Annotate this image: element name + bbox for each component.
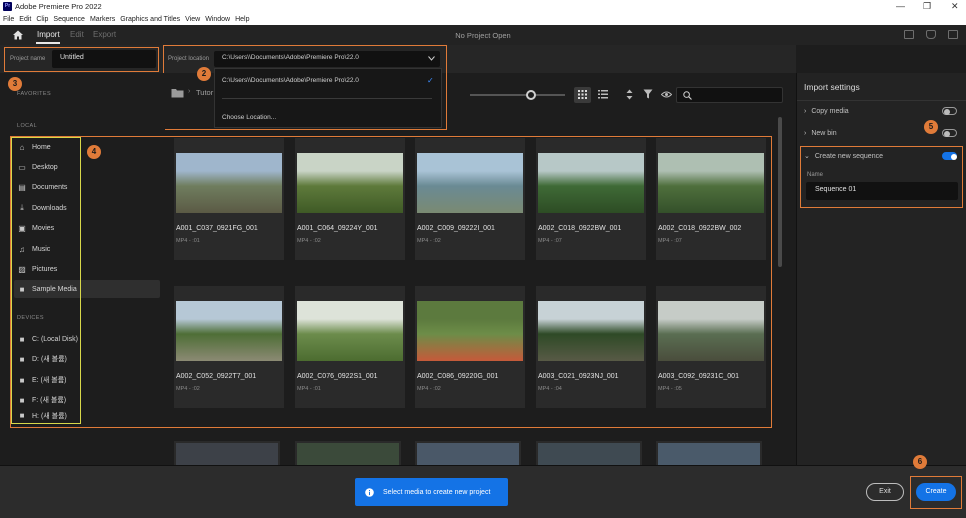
- favorites-heading: FAVORITES: [17, 91, 52, 97]
- search-input[interactable]: [676, 87, 783, 103]
- clip-card-partial[interactable]: [415, 441, 521, 465]
- copy-media-label: Copy media: [811, 107, 849, 115]
- folder-icon[interactable]: [171, 88, 184, 98]
- divider: [797, 100, 966, 101]
- breadcrumb-separator-icon: ›: [188, 88, 191, 95]
- chevron-right-icon: ›: [804, 129, 807, 137]
- new-bin-label: New bin: [811, 129, 837, 137]
- media-scrollbar[interactable]: [777, 117, 783, 462]
- menu-clip[interactable]: Clip: [36, 16, 48, 23]
- list-view-icon[interactable]: [598, 90, 608, 99]
- menu-markers[interactable]: Markers: [90, 16, 115, 23]
- active-tab-indicator: [36, 42, 60, 44]
- menu-window[interactable]: Window: [205, 16, 230, 23]
- exit-button[interactable]: Exit: [866, 483, 904, 501]
- sort-icon[interactable]: [626, 89, 633, 100]
- filter-icon[interactable]: [643, 89, 653, 99]
- info-toast: Select media to create new project: [355, 478, 508, 506]
- quick-export-icon[interactable]: [904, 30, 914, 39]
- callout-5: 5: [924, 120, 938, 134]
- breadcrumb[interactable]: Tutor: [196, 88, 213, 97]
- scrollbar-thumb[interactable]: [778, 117, 782, 267]
- window-title: Adobe Premiere Pro 2022: [15, 2, 102, 11]
- close-button[interactable]: ✕: [951, 1, 959, 12]
- menu-view[interactable]: View: [185, 16, 200, 23]
- search-icon: [683, 91, 692, 100]
- local-heading: LOCAL: [17, 123, 38, 129]
- thumbnail-size-slider-handle[interactable]: [526, 90, 536, 100]
- callout-6: 6: [913, 455, 927, 469]
- menu-file[interactable]: File: [3, 16, 14, 23]
- thumbnail-size-slider-track[interactable]: [470, 94, 565, 96]
- highlight-project-name: [4, 47, 159, 72]
- new-bin-toggle[interactable]: [942, 129, 957, 137]
- workspace-header: Import Edit Export No Project Open: [0, 25, 966, 45]
- premiere-app-icon: Pr: [3, 2, 12, 11]
- info-icon: [365, 487, 374, 497]
- menu-bar: File Edit Clip Sequence Markers Graphics…: [0, 14, 966, 25]
- grid-view-button[interactable]: [574, 87, 591, 103]
- grid-icon: [578, 90, 587, 99]
- highlight-create-button: [910, 476, 962, 509]
- highlight-media-grid: [10, 136, 772, 428]
- copy-media-toggle[interactable]: [942, 107, 957, 115]
- clip-card-partial[interactable]: [295, 441, 401, 465]
- menu-edit[interactable]: Edit: [19, 16, 31, 23]
- callout-3: 3: [8, 77, 22, 91]
- import-settings-title: Import settings: [804, 82, 860, 92]
- new-bin-row[interactable]: › New bin: [804, 127, 837, 139]
- menu-help[interactable]: Help: [235, 16, 249, 23]
- restore-button[interactable]: ❐: [923, 1, 931, 12]
- project-status: No Project Open: [455, 31, 511, 40]
- highlight-sequence-settings: [800, 146, 963, 208]
- clip-card-partial[interactable]: [536, 441, 642, 465]
- title-bar: Pr Adobe Premiere Pro 2022 — ❐ ✕: [0, 0, 966, 14]
- clip-card-partial[interactable]: [656, 441, 762, 465]
- copy-media-row[interactable]: › Copy media: [804, 105, 849, 117]
- callout-4: 4: [87, 145, 101, 159]
- callout-2: 2: [197, 67, 211, 81]
- share-icon[interactable]: [926, 30, 936, 39]
- menu-graphics-and-titles[interactable]: Graphics and Titles: [120, 16, 180, 23]
- minimize-button[interactable]: —: [896, 1, 905, 11]
- toast-message: Select media to create new project: [383, 488, 491, 496]
- clip-card-partial[interactable]: [174, 441, 280, 465]
- chevron-right-icon: ›: [804, 107, 807, 115]
- eye-icon[interactable]: [661, 91, 672, 98]
- fullscreen-icon[interactable]: [948, 30, 958, 39]
- menu-sequence[interactable]: Sequence: [53, 16, 85, 23]
